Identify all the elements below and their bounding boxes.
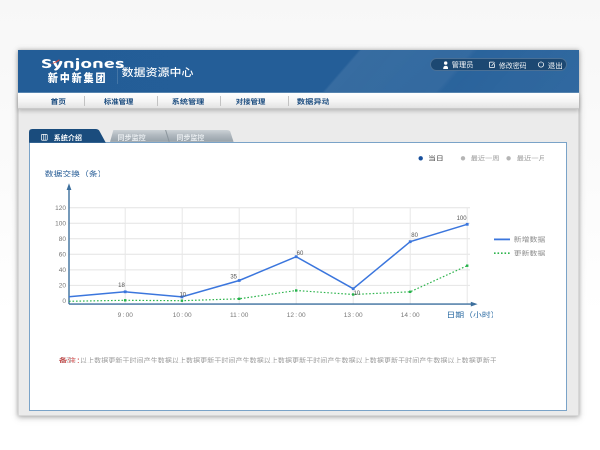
- svg-text:10 : 00: 10 : 00: [173, 312, 192, 319]
- svg-text:10: 10: [179, 293, 186, 299]
- svg-text:9 : 00: 9 : 00: [118, 312, 134, 319]
- svg-text:13 : 00: 13 : 00: [344, 312, 363, 319]
- svg-text:12 : 00: 12 : 00: [287, 312, 306, 319]
- svg-text:18: 18: [118, 283, 125, 289]
- svg-text:10: 10: [353, 291, 360, 297]
- svg-text:100: 100: [457, 216, 468, 222]
- svg-text:20: 20: [59, 283, 67, 290]
- svg-text:0: 0: [62, 298, 66, 305]
- svg-text:60: 60: [297, 251, 304, 257]
- svg-text:14 : 00: 14 : 00: [401, 312, 420, 319]
- svg-text:100: 100: [55, 221, 66, 228]
- svg-text:120: 120: [55, 205, 66, 212]
- svg-text:80: 80: [411, 233, 418, 239]
- svg-text:11 : 00: 11 : 00: [230, 312, 249, 319]
- svg-text:80: 80: [59, 236, 67, 243]
- svg-text:60: 60: [59, 252, 67, 259]
- svg-text:40: 40: [59, 267, 67, 274]
- svg-text:35: 35: [230, 275, 237, 281]
